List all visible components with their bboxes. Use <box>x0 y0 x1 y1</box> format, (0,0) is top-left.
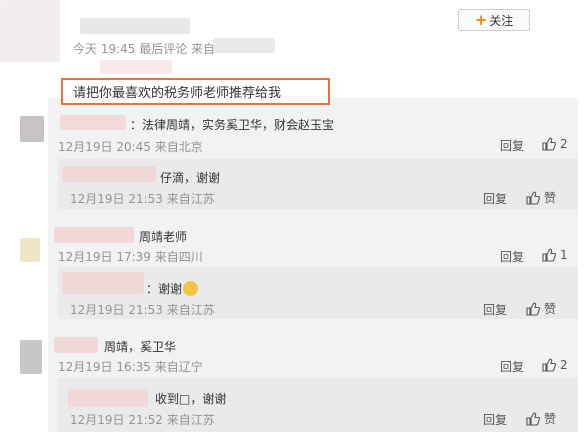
thumb-up-icon <box>542 357 556 372</box>
like-button[interactable]: 2 <box>542 357 568 372</box>
comment-time: 12月19日 16:35 来自辽宁 <box>58 360 203 374</box>
post-thumb <box>100 60 172 74</box>
like-label: 赞 <box>544 191 557 205</box>
thumb-up-icon <box>526 301 540 316</box>
reply-time: 12月19日 21:53 来自江苏 <box>70 192 215 206</box>
reply-button[interactable]: 回复 <box>500 248 524 265</box>
reply-text: 收到□，谢谢 <box>155 392 227 406</box>
comment-text: 周靖，奚卫华 <box>104 340 177 354</box>
thumb-up-icon <box>542 136 556 151</box>
thumb-up-icon <box>526 190 540 205</box>
like-button[interactable]: 赞 <box>526 189 556 206</box>
post-text-box: 请把你最喜欢的税务师老师推荐给我 <box>61 78 330 105</box>
follow-button[interactable]: + 关注 <box>458 9 530 31</box>
reply-username[interactable] <box>62 272 144 294</box>
like-count: 2 <box>560 357 568 372</box>
reply-text: ：谢谢 <box>146 282 183 296</box>
like-count: 2 <box>560 136 568 151</box>
like-label: 赞 <box>544 302 557 316</box>
post-meta: 今天 19:45 最后评论 来自 <box>73 42 216 56</box>
reply-time: 12月19日 21:53 来自江苏 <box>70 303 215 317</box>
thumb-up-icon <box>526 411 540 426</box>
comment-avatar[interactable] <box>20 238 40 262</box>
plus-icon: + <box>474 10 488 29</box>
reply-button[interactable]: 回复 <box>483 301 507 318</box>
reply-button[interactable]: 回复 <box>500 137 524 154</box>
comment-time: 12月19日 17:39 来自四川 <box>58 250 203 264</box>
comment-text: 周靖老师 <box>139 230 188 244</box>
comment-username[interactable] <box>54 227 134 243</box>
like-count: 1 <box>560 247 568 262</box>
like-label: 赞 <box>544 412 557 426</box>
reply-username[interactable] <box>68 389 148 407</box>
reply-username[interactable] <box>62 166 156 182</box>
reply-button[interactable]: 回复 <box>483 411 507 428</box>
avatar[interactable] <box>0 0 60 62</box>
post-text: 请把你最喜欢的税务师老师推荐给我 <box>73 86 282 101</box>
comment-time: 12月19日 20:45 来自北京 <box>58 140 203 154</box>
reply-time: 12月19日 21:52 来自江苏 <box>70 413 215 427</box>
comment-text: ：法律周靖，实务奚卫华，财会赵玉宝 <box>130 118 335 132</box>
username[interactable] <box>80 18 190 34</box>
source-redacted <box>213 38 275 53</box>
like-button[interactable]: 1 <box>542 247 568 262</box>
thumb-up-icon <box>542 247 556 262</box>
follow-label: 关注 <box>489 13 514 28</box>
reply-button[interactable]: 回复 <box>483 190 507 207</box>
emoji-icon <box>183 281 199 296</box>
like-button[interactable]: 赞 <box>526 300 556 317</box>
reply-button[interactable]: 回复 <box>500 358 524 375</box>
reply-text: 仔滴，谢谢 <box>160 171 221 185</box>
comment-username[interactable] <box>54 337 98 353</box>
comment-avatar[interactable] <box>20 116 44 142</box>
comment-username[interactable] <box>60 115 126 130</box>
like-button[interactable]: 2 <box>542 136 568 151</box>
comment-avatar[interactable] <box>20 340 42 374</box>
reply-text-line: ：谢谢 <box>146 280 199 297</box>
like-button[interactable]: 赞 <box>526 410 556 427</box>
